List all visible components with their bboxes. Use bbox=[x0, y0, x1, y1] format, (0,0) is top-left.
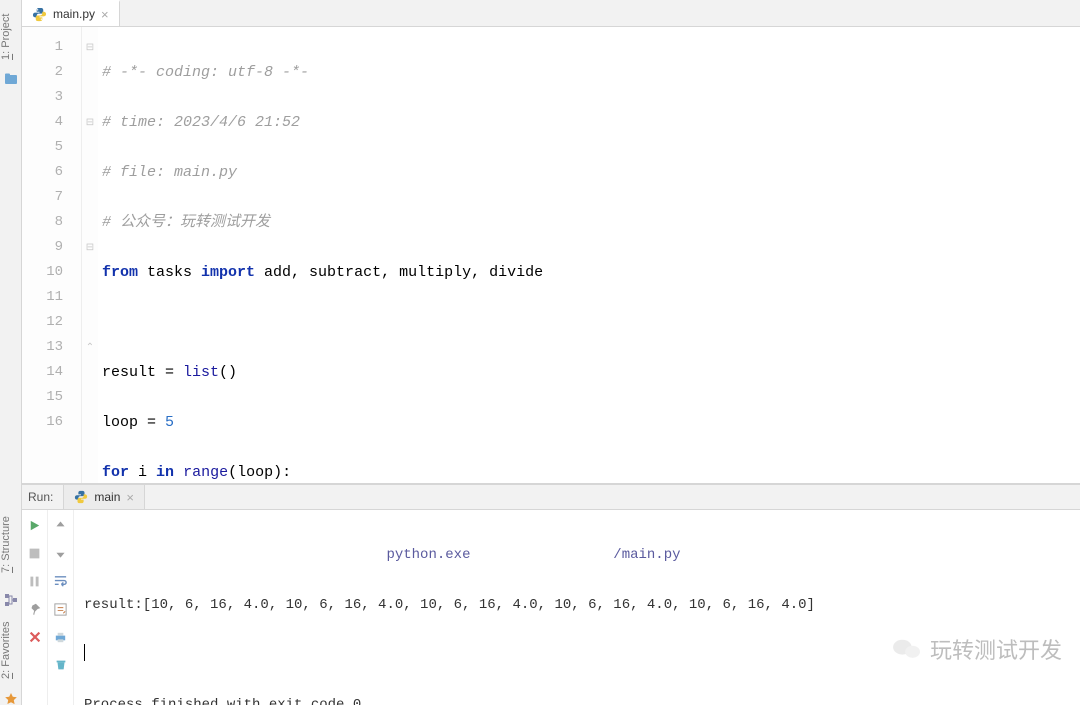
line-number-gutter: 1 2 3 4 5 6 7 8 9 10 11 12 13 14 15 16 bbox=[22, 27, 82, 483]
close-red-icon[interactable] bbox=[26, 628, 44, 646]
run-toolwindow: python.exe /main.py result:[10, 6, 16, 4… bbox=[22, 510, 1080, 705]
run-config-tab[interactable]: main × bbox=[64, 485, 145, 509]
scroll-to-end-icon[interactable] bbox=[52, 600, 70, 618]
editor-tabbar: main.py × bbox=[22, 0, 1080, 27]
up-arrow-icon[interactable] bbox=[52, 516, 70, 534]
code-area[interactable]: # -*- coding: utf-8 -*- # time: 2023/4/6… bbox=[98, 27, 1080, 483]
file-tab-label: main.py bbox=[53, 7, 95, 21]
down-arrow-icon[interactable] bbox=[52, 544, 70, 562]
print-icon[interactable] bbox=[52, 628, 70, 646]
pin-icon[interactable] bbox=[26, 600, 44, 618]
file-tab-main-py[interactable]: main.py × bbox=[22, 0, 120, 26]
console-result-line: result:[10, 6, 16, 4.0, 10, 6, 16, 4.0, … bbox=[84, 593, 1070, 618]
close-run-tab-icon[interactable]: × bbox=[126, 491, 134, 504]
run-toolbar-right bbox=[48, 510, 74, 705]
run-toolbar-left bbox=[22, 510, 48, 705]
fold-marker-icon[interactable]: ⊟ bbox=[82, 110, 98, 135]
stop-icon[interactable] bbox=[26, 544, 44, 562]
fold-marker-icon[interactable]: ⊟ bbox=[82, 35, 98, 60]
fold-end-icon[interactable]: ⌃ bbox=[82, 335, 98, 360]
run-toolwindow-header: Run: main × bbox=[22, 484, 1080, 510]
python-file-icon bbox=[32, 7, 47, 22]
fold-gutter: ⊟ ⊟ ⊟ ⌃ bbox=[82, 27, 98, 483]
toolwindow-structure-tab[interactable]: 7: Structure bbox=[0, 506, 22, 584]
project-icon bbox=[4, 72, 18, 86]
pause-icon[interactable] bbox=[26, 572, 44, 590]
run-config-name: main bbox=[94, 490, 120, 504]
structure-icon bbox=[4, 593, 18, 607]
favorites-star-icon bbox=[4, 692, 18, 705]
close-tab-icon[interactable]: × bbox=[101, 8, 109, 21]
console-exit-line: Process finished with exit code 0 bbox=[84, 693, 1070, 705]
soft-wrap-icon[interactable] bbox=[52, 572, 70, 590]
console-cursor bbox=[84, 644, 85, 661]
code-editor[interactable]: 1 2 3 4 5 6 7 8 9 10 11 12 13 14 15 16 ⊟ bbox=[22, 27, 1080, 484]
side-toolbar: 1: Project 7: Structure 2: Favorites bbox=[0, 0, 22, 705]
python-file-icon bbox=[74, 490, 88, 504]
console-output[interactable]: python.exe /main.py result:[10, 6, 16, 4… bbox=[74, 510, 1080, 705]
trash-icon[interactable] bbox=[52, 656, 70, 674]
run-label: Run: bbox=[22, 485, 64, 509]
fold-marker-icon[interactable]: ⊟ bbox=[82, 235, 98, 260]
toolwindow-project-tab[interactable]: 1: Project bbox=[0, 8, 22, 66]
toolwindow-favorites-tab[interactable]: 2: Favorites bbox=[0, 612, 22, 688]
rerun-icon[interactable] bbox=[26, 516, 44, 534]
